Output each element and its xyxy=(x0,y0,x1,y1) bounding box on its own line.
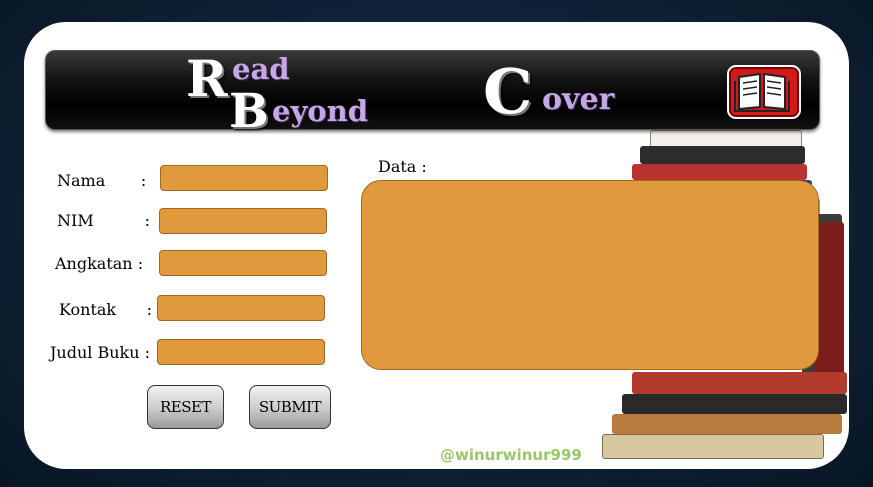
title-letter-b: B xyxy=(229,84,269,139)
nama-label: Nama : xyxy=(57,171,147,190)
title-letter-r: R xyxy=(186,49,228,108)
judul-buku-label: Judul Buku : xyxy=(50,343,151,362)
main-card: R ead B eyond C over Nama : NIM : Angkat… xyxy=(24,22,849,469)
judul-buku-input[interactable] xyxy=(157,339,325,365)
title-banner: R ead B eyond C over xyxy=(45,49,820,135)
title-word-ead: ead xyxy=(232,52,290,86)
title-word-over: over xyxy=(542,82,615,117)
open-book-icon xyxy=(727,65,801,119)
data-output-area[interactable] xyxy=(361,180,819,370)
angkatan-input[interactable] xyxy=(159,250,327,276)
reset-button[interactable]: RESET xyxy=(147,385,224,429)
title-word-eyond: eyond xyxy=(272,94,369,128)
data-label: Data : xyxy=(378,157,427,176)
submit-button[interactable]: SUBMIT xyxy=(249,385,331,429)
nim-label: NIM : xyxy=(57,211,150,230)
watermark-text: @winurwinur999 xyxy=(440,446,582,464)
nim-input[interactable] xyxy=(159,208,327,234)
kontak-label: Kontak : xyxy=(59,300,153,319)
title-letter-c: C xyxy=(483,55,533,128)
nama-input[interactable] xyxy=(160,165,328,191)
kontak-input[interactable] xyxy=(157,295,325,321)
angkatan-label: Angkatan : xyxy=(55,254,144,273)
